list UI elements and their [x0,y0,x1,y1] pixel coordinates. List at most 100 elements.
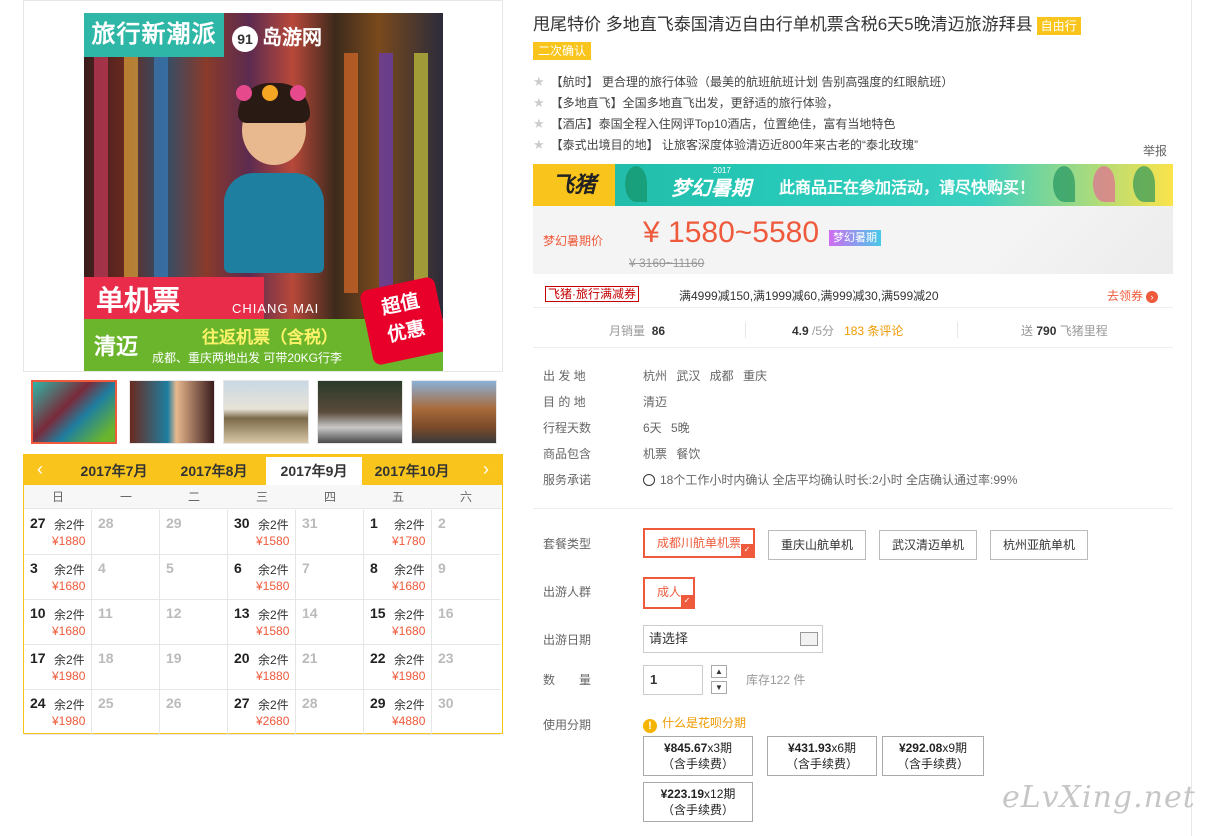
leaf-icon [625,166,647,202]
chevron-left-icon[interactable]: ‹ [28,455,52,485]
calendar-day-price: ¥1680 [52,579,86,593]
calendar-day-number: 24 [30,695,46,711]
get-coupon-link[interactable]: 去领券 › [1107,287,1159,304]
installment-amount: ¥845.67 [663,741,708,755]
calendar-month-tab[interactable]: 2017年8月 [166,457,262,485]
thumbnail[interactable] [317,380,403,444]
calendar-day[interactable]: 8 余2件 ¥1680 [364,555,432,600]
calendar-day[interactable]: 29 余2件 ¥4880 [364,690,432,735]
calendar-day-price: ¥1980 [392,669,426,683]
installment-option[interactable]: ¥292.08x9期 （含手续费） [882,736,984,776]
calendar-day[interactable]: 27 余2件 ¥2680 [228,690,296,735]
calendar-day[interactable]: 15 余2件 ¥1680 [364,600,432,645]
calendar-day[interactable]: 1 余2件 ¥1780 [364,510,432,555]
thumbnail-strip [31,380,501,446]
miles-suffix: 飞猪里程 [1059,324,1108,338]
decrement-button[interactable]: ▼ [711,681,727,694]
calendar-day-unavailable: 7 [296,555,364,600]
package-option-selected[interactable]: 成都川航单机票 [643,528,755,558]
calendar-day-price: ¥1880 [52,534,86,548]
calendar-day[interactable]: 30 余2件 ¥1580 [228,510,296,555]
calendar-day[interactable]: 13 余2件 ¥1580 [228,600,296,645]
weekday: 二 [187,490,200,504]
calendar-day-remaining: 余2件 [394,563,425,577]
original-price: ¥ 3160~11160 [629,256,705,270]
calendar-day-number: 15 [370,605,386,621]
fabric-stripe [154,53,168,293]
calendar-day-unavailable: 28 [296,690,364,735]
monthly-sales-label: 月销量 [609,324,646,338]
stats-row: 月销量 86 4.9 /5分 183 条评论 送 790 飞猪里程 [533,312,1173,348]
thumbnail[interactable] [31,380,117,444]
product-title: 甩尾特价 多地直飞泰国清迈自由行单机票含税6天5晚清迈旅游拜县 自由行 [533,12,1173,38]
info-key: 商品包含 [543,447,592,461]
fliggy-logo: 飞猪 [533,164,615,206]
thumbnail[interactable] [223,380,309,444]
huabei-help-link[interactable]: ! 什么是花呗分期 [643,714,746,733]
info-value: 清迈 [643,395,668,409]
calendar-day-number: 26 [166,695,182,711]
calendar-day-remaining: 余2件 [258,653,289,667]
chevron-right-icon: › [1146,291,1159,303]
calendar-day[interactable]: 10 余2件 ¥1680 [24,600,92,645]
calendar-month-tab[interactable]: 2017年7月 [66,457,162,485]
calendar-weekdays: 日 一 二 三 四 五 六 [24,485,502,509]
thumbnail[interactable] [411,380,497,444]
package-option[interactable]: 重庆山航单机 [768,530,866,560]
package-option[interactable]: 杭州亚航单机 [990,530,1088,560]
info-destination: 目 的 地 清迈 [543,392,1173,412]
info-key: 出 发 地 [543,369,586,383]
calendar-day-number: 30 [438,695,454,711]
installment-label: 使用分期 [543,718,592,732]
star-icon: ★ [533,137,545,152]
feature-item: ★ 【多地直飞】全国多地直飞出发，更舒适的旅行体验， [533,93,1173,113]
calendar-day[interactable]: 17 余2件 ¥1980 [24,645,92,690]
calendar-day[interactable]: 24 余2件 ¥1980 [24,690,92,735]
crowd-option-selected[interactable]: 成人 [643,577,695,609]
installment-option[interactable]: ¥845.67x3期 （含手续费） [643,736,753,776]
calendar-day[interactable]: 22 余2件 ¥1980 [364,645,432,690]
calendar-day-remaining: 余2件 [258,698,289,712]
calendar-day-remaining: 余2件 [54,698,85,712]
calendar-day[interactable]: 6 余2件 ¥1580 [228,555,296,600]
info-departure: 出 发 地 杭州 武汉 成都 重庆 [543,366,1173,386]
girl-figure [224,83,324,273]
fabric-stripe [124,53,138,293]
installment-option[interactable]: ¥431.93x6期 （含手续费） [767,736,877,776]
calendar-day-price: ¥2680 [256,714,290,728]
package-option[interactable]: 武汉清迈单机 [879,530,977,560]
info-key: 目 的 地 [543,395,586,409]
quantity-input[interactable]: 1 [643,665,703,695]
calendar-day[interactable]: 3 余2件 ¥1680 [24,555,92,600]
calendar-icon [800,632,818,646]
leaf-icon [1053,166,1075,202]
calendar-month-tab[interactable]: 2017年10月 [364,457,460,485]
calendar-day[interactable]: 27 余2件 ¥1880 [24,510,92,555]
fabric-stripe [379,53,393,293]
promo-banner[interactable]: 飞猪 2017 梦幻暑期 此商品正在参加活动，请尽快购买！ [533,164,1173,206]
travel-date-picker[interactable]: 请选择 [643,625,823,653]
rating[interactable]: 4.9 /5分 183 条评论 [792,322,903,339]
increment-button[interactable]: ▲ [711,665,727,678]
calendar-day-unavailable: 4 [92,555,160,600]
thumbnail[interactable] [129,380,215,444]
date-placeholder: 请选择 [649,631,689,646]
weekday: 一 [119,490,132,504]
chevron-right-icon[interactable]: › [474,455,498,485]
calendar-month-tab-active[interactable]: 2017年9月 [266,457,362,485]
report-link[interactable]: 举报 [1143,142,1167,159]
calendar-day-unavailable: 16 [432,600,500,645]
info-key: 行程天数 [543,421,592,435]
calendar-day-unavailable: 29 [160,510,228,555]
poster-brand: 旅行新潮派 [84,13,224,57]
installment-amount: ¥223.19 [660,787,705,801]
divider [745,322,746,338]
main-image[interactable]: 旅行新潮派 91 岛游网 单机票 CHIANG MAI 清迈 往返机票（含税） 成… [23,0,503,372]
calendar-day-number: 28 [302,695,318,711]
calendar-day-unavailable: 19 [160,645,228,690]
installment-option[interactable]: ¥223.19x12期 （含手续费） [643,782,753,822]
installment-term: x6期 [831,741,857,755]
weekday: 日 [51,490,64,504]
calendar-day-number: 10 [30,605,46,621]
calendar-day[interactable]: 20 余2件 ¥1880 [228,645,296,690]
